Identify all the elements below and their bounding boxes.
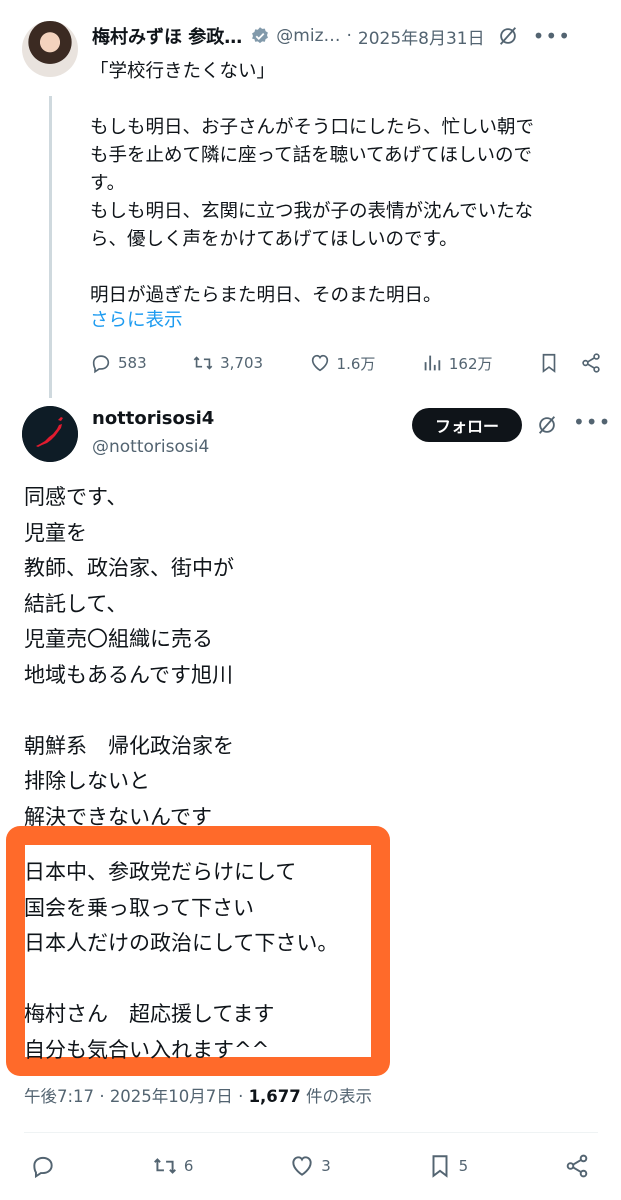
post-text: 「学校行きたくない」 もしも明日、お子さんがそう口にしたら、忙しい朝で も手を止め… [90,58,610,310]
grok-icon[interactable] [536,414,558,436]
views-button[interactable]: 162万 [421,352,493,374]
post-text-line [90,86,610,114]
repost-button[interactable]: 3,703 [192,352,263,374]
separator: · [99,1087,105,1106]
divider [24,1132,598,1133]
post-text-line: もしも明日、お子さんがそう口にしたら、忙しい朝で [90,117,535,138]
reply-text: 同感です、 児童を 教師、政治家、街中が 結託して、 児童売〇組織に売る 地域も… [24,485,234,829]
share-icon [566,1154,588,1178]
repost-count: 3,703 [220,354,264,372]
avatar[interactable] [22,21,78,77]
bookmark-icon[interactable] [538,352,560,374]
reply-icon [33,1156,53,1179]
verified-badge-icon [252,27,269,44]
bookmark-button[interactable]: 5 [427,1153,469,1179]
share-icon[interactable] [580,352,602,374]
like-button[interactable]: 1.6万 [309,352,376,374]
show-more-link[interactable]: さらに表示 [90,306,183,332]
separator: · [346,26,352,46]
like-count: 1.6万 [336,354,376,373]
post-text-line: す。 [90,173,126,194]
post-text-line [90,254,610,282]
author-handle[interactable]: @nottorisosi4 [92,437,214,457]
reply-icon [92,355,110,374]
views-count: 1,677 [248,1087,301,1106]
bookmark-icon [432,1155,448,1178]
analytics-icon [424,355,441,371]
author-name[interactable]: 梅村みずほ 参政… [92,23,242,49]
avatar[interactable] [22,406,78,462]
author-name[interactable]: nottorisosi4 [92,408,214,429]
bookmark-count: 5 [458,1157,469,1175]
post-text-line: も手を止めて隣に座って話を聴いてあげてほしいので [90,145,532,166]
post-date[interactable]: 2025年10月7日 [110,1087,233,1106]
like-count: 3 [321,1157,331,1175]
reply-actions: 6 3 5 [30,1150,590,1182]
post-metadata: 午後7:17 · 2025年10月7日 · 1,677 件の表示 [24,1083,372,1107]
action-group-right [538,352,602,374]
heart-icon [292,1156,312,1176]
thread-connector-line [49,96,52,398]
share-button[interactable] [564,1153,590,1179]
author-handle[interactable]: @miz… [276,26,340,46]
post-time[interactable]: 午後7:17 [24,1087,94,1106]
repost-count: 6 [183,1157,194,1175]
views-label: 件の表示 [306,1087,373,1106]
post-date[interactable]: 2025年8月31日 [358,24,485,49]
repost-icon [193,356,213,370]
reply-button[interactable] [30,1153,56,1179]
follow-button[interactable]: フォロー [412,408,522,442]
like-button[interactable]: 3 [289,1153,331,1179]
reply-button[interactable]: 583 [90,352,147,374]
repost-icon [153,1158,176,1174]
japan-map-avatar-icon [22,406,78,462]
more-options-icon[interactable]: ••• [573,410,611,434]
grok-icon[interactable] [497,25,519,47]
post-header: 梅村みずほ 参政… @miz… · 2025年8月31日 ••• [92,20,604,52]
reply-header: nottorisosi4 @nottorisosi4 [92,408,214,457]
post-actions: 583 3,703 1.6万 162万 [90,348,602,378]
more-options-icon[interactable]: ••• [533,24,571,48]
post-text-line: 「学校行きたくない」 [90,61,276,82]
post-text-line: もしも明日、玄関に立つ我が子の表情が沈んでいたな [90,201,534,222]
separator: · [238,1087,244,1106]
reply-count: 583 [118,354,147,372]
views-count: 162万 [448,354,493,373]
repost-button[interactable]: 6 [152,1153,194,1179]
heart-icon [311,354,328,372]
post-text-line: ら、優しく声をかけてあげてほしいのです。 [90,229,458,250]
highlighted-reply-text: 日本中、参政党だらけにして 国会を乗っ取って下さい 日本人だけの政治にして下さい… [24,860,339,1062]
